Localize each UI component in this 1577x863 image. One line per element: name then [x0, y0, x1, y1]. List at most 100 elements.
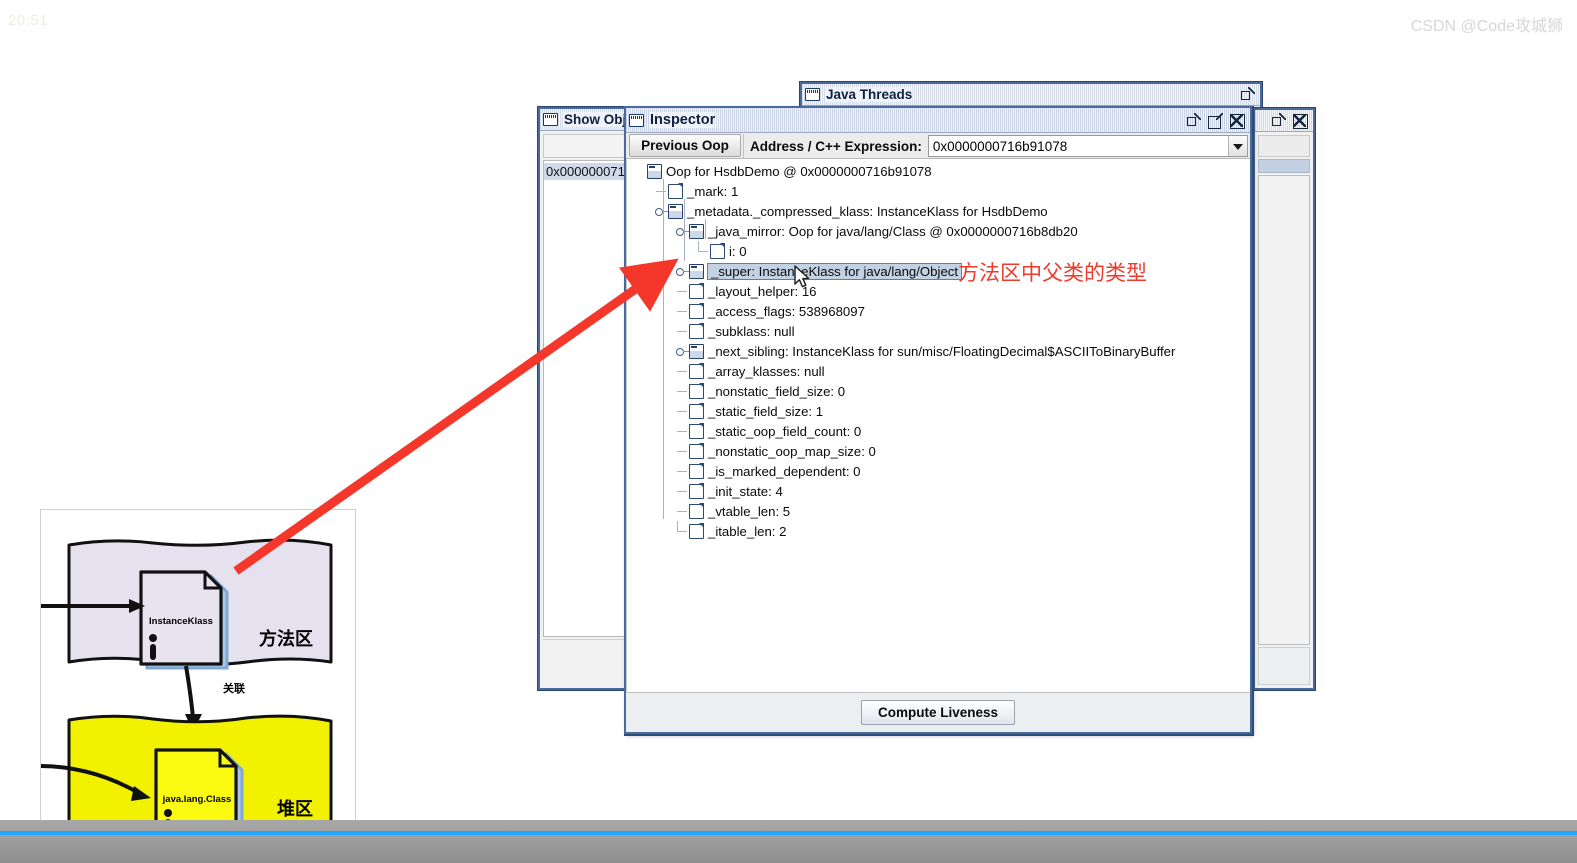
tree-branch-icon	[654, 181, 668, 201]
tree-node-label: _is_marked_dependent: 0	[708, 463, 861, 479]
document-icon	[668, 183, 684, 199]
tree-node[interactable]: _nonstatic_field_size: 0	[627, 381, 1250, 401]
diagram-heap-area-label: 堆区	[277, 798, 313, 819]
minimize-icon[interactable]	[1270, 113, 1286, 128]
tree-node-label: i: 0	[729, 243, 747, 259]
close-icon[interactable]	[1292, 113, 1308, 129]
folder-icon	[689, 263, 704, 279]
tree-node-label: _metadata._compressed_klass: InstanceKla…	[687, 203, 1048, 219]
inspector-window[interactable]: Inspector Previous Oop Address / C++ Exp…	[624, 106, 1252, 734]
document-icon	[689, 503, 705, 519]
tree-node[interactable]: _itable_len: 2	[627, 521, 1250, 541]
diagram-method-area-label: 方法区	[259, 628, 313, 649]
tree-branch-icon	[675, 521, 689, 541]
tree-branch-icon	[675, 501, 689, 521]
tree-node[interactable]: _static_oop_field_count: 0	[627, 421, 1250, 441]
document-icon	[689, 363, 705, 379]
tree-node[interactable]: _nonstatic_oop_map_size: 0	[627, 441, 1250, 461]
tree-node-label: _static_oop_field_count: 0	[708, 423, 862, 439]
tree-node[interactable]: _super: InstanceKlass for java/lang/Obje…	[627, 261, 1250, 281]
java-threads-controls[interactable]	[1239, 87, 1257, 102]
tree-node[interactable]: _metadata._compressed_klass: InstanceKla…	[627, 201, 1250, 221]
background-window-controls[interactable]	[1270, 113, 1310, 129]
background-window-content[interactable]	[1258, 175, 1310, 645]
window-icon	[629, 113, 644, 127]
inspector-controls[interactable]	[1185, 112, 1247, 129]
tree-branch-icon	[675, 401, 689, 421]
expand-toggle-icon[interactable]	[675, 221, 689, 241]
expand-toggle-icon[interactable]	[675, 341, 689, 361]
tree-node-label: _static_field_size: 1	[708, 403, 824, 419]
tree-node[interactable]: Oop for HsdbDemo @ 0x0000000716b91078	[627, 161, 1250, 181]
close-icon[interactable]	[1229, 113, 1245, 129]
tree-node[interactable]: _array_klasses: null	[627, 361, 1250, 381]
background-window-right[interactable]	[1253, 108, 1315, 690]
tree-branch-icon	[675, 461, 689, 481]
diagram-relation-label: 关联	[223, 681, 245, 695]
java-threads-title: Java Threads	[826, 87, 919, 102]
maximize-icon[interactable]	[1207, 112, 1223, 129]
expand-toggle-icon[interactable]	[675, 261, 689, 281]
expand-toggle-icon[interactable]	[654, 201, 668, 221]
chevron-down-icon[interactable]	[1228, 136, 1247, 156]
tree-node-label: _vtable_len: 5	[708, 503, 791, 519]
address-combobox[interactable]	[927, 135, 1248, 157]
document-icon	[689, 303, 705, 319]
progress-bar[interactable]	[0, 831, 1577, 835]
tree-node[interactable]: _layout_helper: 16	[627, 281, 1250, 301]
java-threads-titlebar[interactable]: Java Threads	[802, 84, 1260, 106]
tree-node[interactable]: _vtable_len: 5	[627, 501, 1250, 521]
minimize-icon[interactable]	[1185, 112, 1201, 128]
window-icon	[805, 88, 820, 101]
tree-node[interactable]: _is_marked_dependent: 0	[627, 461, 1250, 481]
diagram-javalangclass-label: java.lang.Class	[162, 794, 232, 805]
background-window-titlebar[interactable]	[1255, 110, 1313, 132]
tree-branch-icon	[675, 301, 689, 321]
folder-icon	[668, 203, 683, 219]
document-icon	[689, 483, 705, 499]
watermark: CSDN @Code攻城狮	[1410, 18, 1563, 35]
tree-node-label: _nonstatic_field_size: 0	[708, 383, 846, 399]
tree-branch-icon	[675, 421, 689, 441]
tree-node[interactable]: _mark: 1	[627, 181, 1250, 201]
background-window-toolbar[interactable]	[1258, 135, 1310, 157]
tree-node[interactable]: _access_flags: 538968097	[627, 301, 1250, 321]
bottom-bar	[0, 820, 1577, 863]
document-icon	[689, 463, 705, 479]
tree-node-label: _subklass: null	[708, 323, 795, 339]
tree-node-label: _super: InstanceKlass for java/lang/Obje…	[707, 262, 963, 280]
tree-branch-icon	[675, 361, 689, 381]
document-icon	[710, 243, 726, 259]
tree-node-label: _java_mirror: Oop for java/lang/Class @ …	[708, 223, 1078, 239]
tree-node-label: _init_state: 4	[708, 483, 783, 499]
tree-branch-icon	[696, 241, 710, 261]
tree-node[interactable]: _init_state: 4	[627, 481, 1250, 501]
tree-node-label: _next_sibling: InstanceKlass for sun/mis…	[708, 343, 1176, 359]
tree-branch-icon	[633, 161, 647, 181]
annotation-text: 方法区中父类的类型	[958, 261, 1147, 285]
address-input[interactable]	[928, 136, 1228, 156]
oop-inspector-tree[interactable]: Oop for HsdbDemo @ 0x0000000716b91078 _ma…	[626, 159, 1250, 692]
inspector-titlebar[interactable]: Inspector	[626, 108, 1250, 133]
tree-branch-icon	[675, 381, 689, 401]
folder-icon	[689, 223, 704, 239]
minimize-icon[interactable]	[1239, 87, 1255, 102]
tree-branch-icon	[675, 281, 689, 301]
tree-node[interactable]: _java_mirror: Oop for java/lang/Class @ …	[627, 221, 1250, 241]
timestamp: 20:51	[8, 12, 49, 29]
tree-node-label: _itable_len: 2	[708, 523, 787, 539]
previous-oop-button[interactable]: Previous Oop	[629, 134, 741, 157]
tree-node[interactable]: _subklass: null	[627, 321, 1250, 341]
inspector-footer: Compute Liveness	[626, 692, 1250, 732]
tree-node[interactable]: _next_sibling: InstanceKlass for sun/mis…	[627, 341, 1250, 361]
tree-node-label: _layout_helper: 16	[708, 283, 817, 299]
window-icon	[543, 113, 558, 126]
tree-node-label: _access_flags: 538968097	[708, 303, 865, 319]
tree-node[interactable]: _static_field_size: 1	[627, 401, 1250, 421]
tree-node[interactable]: i: 0	[627, 241, 1250, 261]
tree-node-label: _mark: 1	[687, 183, 739, 199]
compute-liveness-button[interactable]: Compute Liveness	[860, 700, 1016, 725]
screen-root: InstanceKlass 关联 方法区 java.lang.Class 堆区 …	[0, 0, 1577, 863]
document-icon	[689, 403, 705, 419]
background-window-selected-row[interactable]	[1258, 159, 1310, 173]
